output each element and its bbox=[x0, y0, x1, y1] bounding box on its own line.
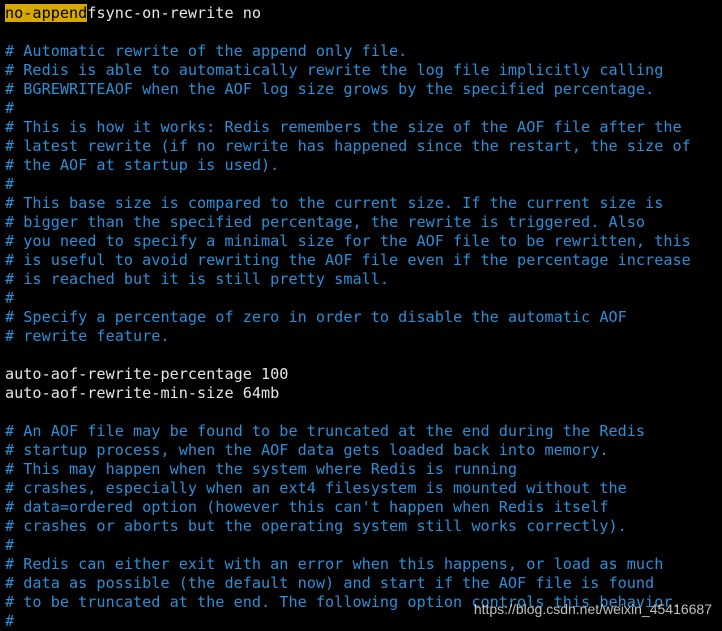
config-text: fsync-on-rewrite no bbox=[87, 4, 262, 22]
comment-line: # Redis is able to automatically rewrite… bbox=[5, 61, 664, 79]
comment-line: # This base size is compared to the curr… bbox=[5, 194, 664, 212]
comment-line: # you need to specify a minimal size for… bbox=[5, 232, 691, 250]
comment-line: # Redis can either exit with an error wh… bbox=[5, 555, 664, 573]
comment-line: # Automatic rewrite of the append only f… bbox=[5, 42, 408, 60]
config-line: auto-aof-rewrite-min-size 64mb bbox=[5, 384, 280, 402]
config-line: auto-aof-rewrite-percentage 100 bbox=[5, 365, 289, 383]
comment-line: # crashes, especially when an ext4 files… bbox=[5, 479, 627, 497]
comment-line: # BGREWRITEAOF when the AOF log size gro… bbox=[5, 80, 655, 98]
search-highlight: no-append bbox=[5, 4, 88, 22]
comment-line: # startup process, when the AOF data get… bbox=[5, 441, 609, 459]
comment-line: # the AOF at startup is used). bbox=[5, 156, 280, 174]
comment-line: # bbox=[5, 289, 15, 307]
comment-line: # bbox=[5, 99, 15, 117]
comment-line: # rewrite feature. bbox=[5, 327, 170, 345]
comment-line: # An AOF file may be found to be truncat… bbox=[5, 422, 646, 440]
comment-line: # is reached but it is still pretty smal… bbox=[5, 270, 390, 288]
comment-line: # bbox=[5, 536, 15, 554]
comment-line: # data=ordered option (however this can'… bbox=[5, 498, 609, 516]
comment-line: # is useful to avoid rewriting the AOF f… bbox=[5, 251, 691, 269]
comment-line: # This is how it works: Redis remembers … bbox=[5, 118, 682, 136]
watermark: https://blog.csdn.net/weixin_45416687 bbox=[473, 601, 712, 617]
search-match-line: no-appendfsync-on-rewrite no bbox=[5, 4, 722, 23]
comment-line: # This may happen when the system where … bbox=[5, 460, 518, 478]
comment-line: # latest rewrite (if no rewrite has happ… bbox=[5, 137, 691, 155]
comment-line: # bbox=[5, 175, 15, 193]
comment-line: # bigger than the specified percentage, … bbox=[5, 213, 646, 231]
comment-line: # Specify a percentage of zero in order … bbox=[5, 308, 627, 326]
terminal-editor[interactable]: no-appendfsync-on-rewrite no # Automatic… bbox=[5, 4, 722, 631]
comment-line: # data as possible (the default now) and… bbox=[5, 574, 655, 592]
comment-line: # crashes or aborts but the operating sy… bbox=[5, 517, 627, 535]
file-lines: # Automatic rewrite of the append only f… bbox=[5, 23, 722, 631]
